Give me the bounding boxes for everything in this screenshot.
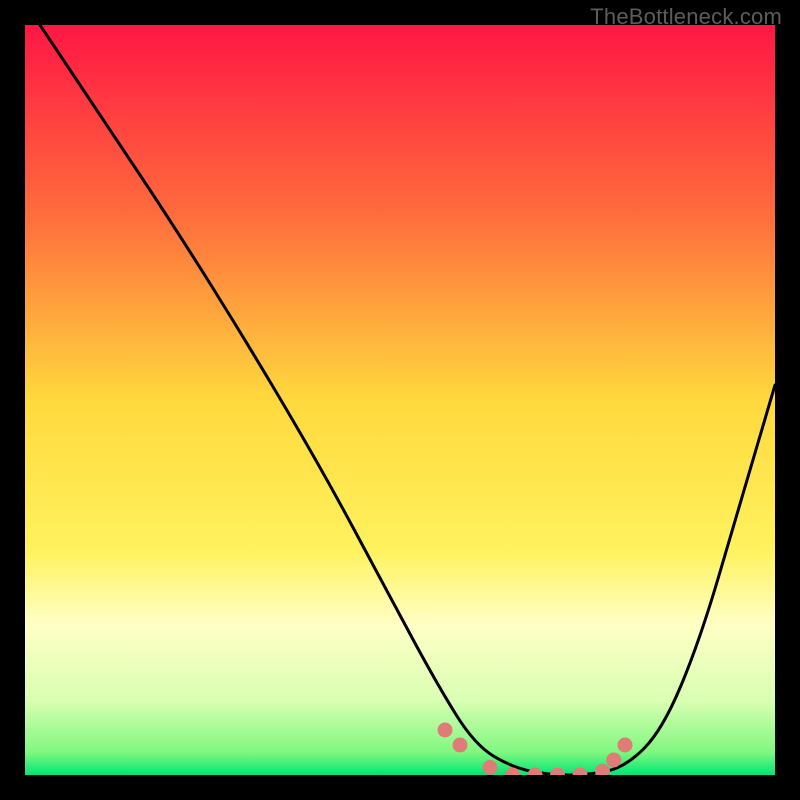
optimal-marker [618, 738, 633, 753]
optimal-marker [453, 738, 468, 753]
optimal-marker [606, 753, 621, 768]
chart-stage: TheBottleneck.com [0, 0, 800, 800]
bottleneck-chart [25, 25, 775, 775]
plot-area [25, 25, 775, 775]
optimal-marker [483, 760, 498, 775]
optimal-marker [438, 723, 453, 738]
gradient-background [25, 25, 775, 775]
